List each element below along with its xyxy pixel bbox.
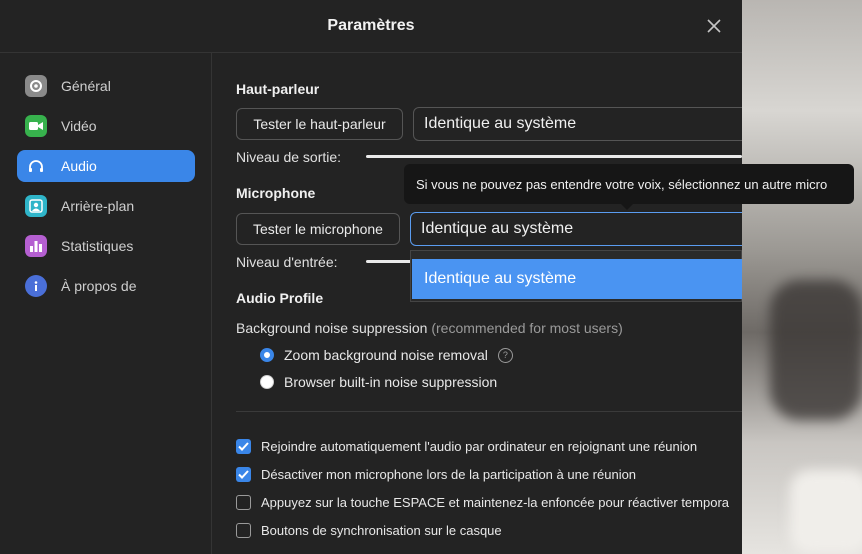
test-microphone-button[interactable]: Tester le microphone (236, 213, 400, 245)
checkbox-headset-sync[interactable]: Boutons de synchronisation sur le casque (236, 523, 502, 538)
output-level-label: Niveau de sortie: (236, 149, 342, 165)
test-speaker-button[interactable]: Tester le haut-parleur (236, 108, 403, 140)
checkbox[interactable] (236, 467, 251, 482)
checkbox-mute-mic-on-join[interactable]: Désactiver mon microphone lors de la par… (236, 467, 636, 482)
title-bar: Paramètres (0, 0, 742, 53)
radio-label: Zoom background noise removal (284, 347, 488, 363)
sidebar-item-label: Statistiques (61, 238, 134, 254)
sidebar-item-general[interactable]: Général (17, 70, 195, 102)
sidebar-item-label: À propos de (61, 278, 137, 294)
microphone-select[interactable]: Identique au système (410, 212, 742, 246)
speaker-heading: Haut-parleur (236, 81, 320, 97)
radio-browser-noise-suppression[interactable]: Browser built-in noise suppression (260, 374, 497, 390)
checkbox-label: Désactiver mon microphone lors de la par… (261, 467, 637, 482)
section-divider (236, 411, 742, 412)
info-icon (25, 275, 47, 297)
tooltip-arrow (620, 203, 634, 210)
dropdown-option[interactable]: Identique au système (412, 259, 742, 299)
stats-icon (25, 235, 47, 257)
window-title: Paramètres (327, 17, 415, 34)
input-level-meter (366, 260, 412, 263)
checkbox[interactable] (236, 523, 251, 538)
sidebar-item-statistics[interactable]: Statistiques (17, 230, 195, 262)
checkbox[interactable] (236, 495, 251, 510)
checkbox-space-to-unmute[interactable]: Appuyez sur la touche ESPACE et maintene… (236, 495, 729, 510)
noise-suppression-label: Background noise suppression (recommende… (236, 320, 623, 336)
sidebar-item-audio[interactable]: Audio (17, 150, 195, 182)
microphone-dropdown: Identique au système (410, 250, 742, 302)
video-icon (25, 115, 47, 137)
audio-profile-heading: Audio Profile (236, 290, 324, 306)
checkbox-label: Rejoindre automatiquement l'audio par or… (261, 439, 698, 454)
sidebar-item-video[interactable]: Vidéo (17, 110, 195, 142)
radio-label: Browser built-in noise suppression (284, 374, 498, 390)
radio-zoom-noise-removal[interactable]: Zoom background noise removal ? (260, 347, 513, 363)
background-blur-shape (770, 280, 862, 420)
noise-suppression-title: Background noise suppression (236, 320, 428, 336)
checkbox[interactable] (236, 439, 251, 454)
background-blur-shape (790, 470, 862, 554)
sidebar-item-label: Arrière-plan (61, 198, 135, 214)
radio-button[interactable] (260, 375, 274, 389)
microphone-heading: Microphone (236, 185, 316, 201)
background-icon (25, 195, 47, 217)
settings-sidebar: Général Vidéo Audio Arrière-plan Statist… (0, 53, 212, 554)
sidebar-item-label: Vidéo (61, 118, 97, 134)
sidebar-item-about[interactable]: À propos de (17, 270, 195, 302)
gear-icon (25, 75, 47, 97)
checkbox-label: Appuyez sur la touche ESPACE et maintene… (261, 495, 730, 510)
sidebar-item-label: Audio (61, 158, 97, 174)
output-level-meter (366, 155, 742, 158)
headphones-icon (25, 155, 47, 177)
checkbox-label: Boutons de synchronisation sur le casque (261, 523, 502, 538)
settings-window: Paramètres Général Vidéo Audio Arrière-p… (0, 0, 742, 554)
sidebar-item-background[interactable]: Arrière-plan (17, 190, 195, 222)
input-level-label: Niveau d'entrée: (236, 254, 338, 270)
close-icon[interactable] (704, 18, 724, 38)
sidebar-item-label: Général (61, 78, 111, 94)
audio-settings-panel: Haut-parleur Tester le haut-parleur Iden… (212, 53, 742, 554)
help-icon[interactable]: ? (497, 347, 513, 363)
radio-button[interactable] (260, 348, 274, 362)
noise-suppression-note: (recommended for most users) (431, 320, 623, 336)
checkbox-auto-join-audio[interactable]: Rejoindre automatiquement l'audio par or… (236, 439, 697, 454)
speaker-select[interactable]: Identique au système (413, 107, 742, 141)
microphone-tooltip: Si vous ne pouvez pas entendre votre voi… (404, 164, 854, 204)
